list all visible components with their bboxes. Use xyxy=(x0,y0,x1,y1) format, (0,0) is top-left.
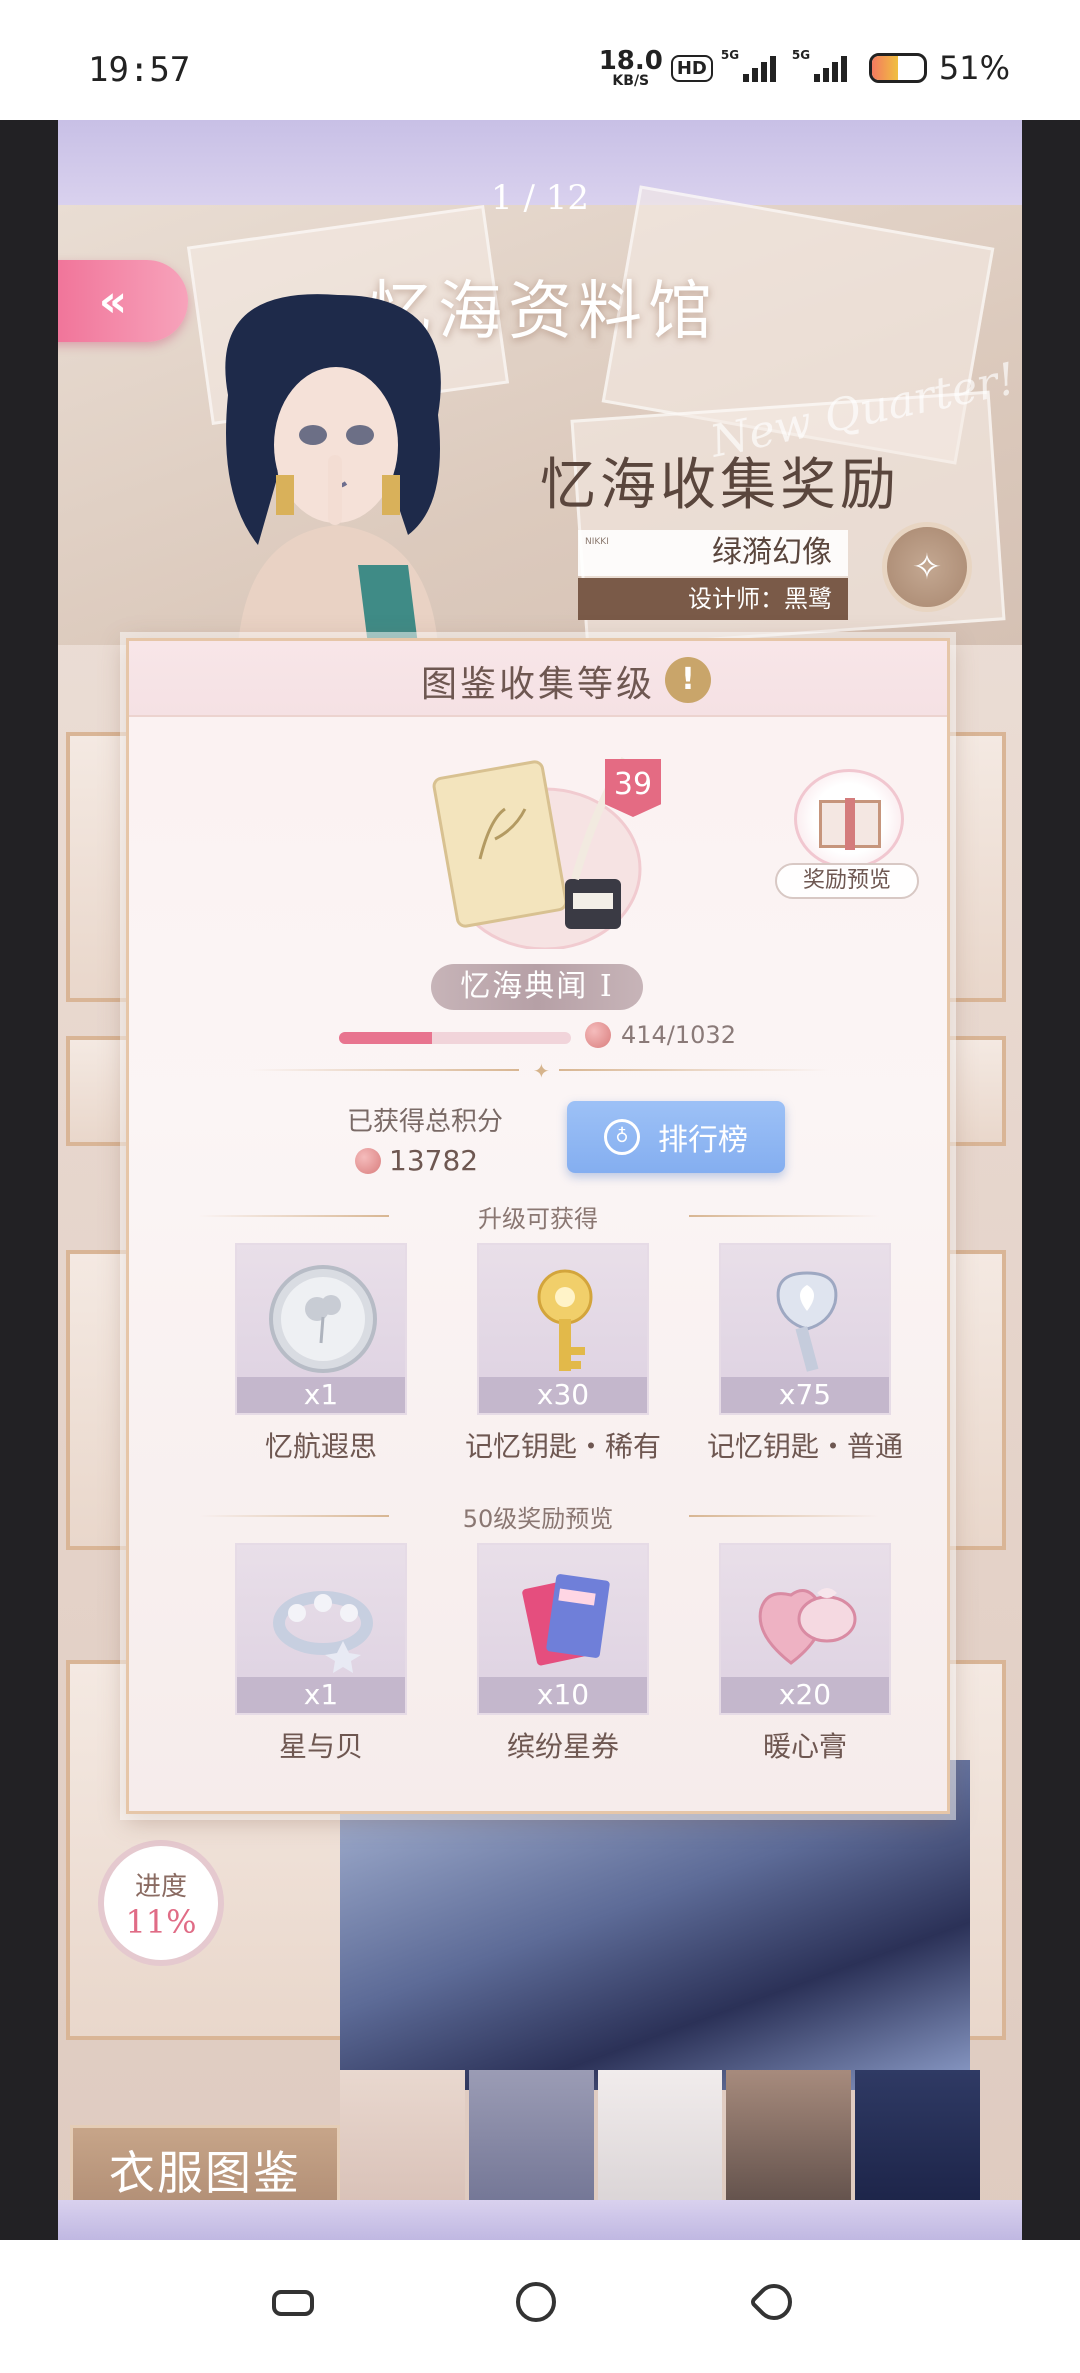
reward-item[interactable]: x1 忆航遐思 xyxy=(235,1243,407,1465)
progress-circle: 进度 11% xyxy=(98,1840,224,1966)
outfit-designer: 设计师：黑鹭 xyxy=(578,578,848,620)
rank-name: 忆海典闻 I xyxy=(431,964,643,1010)
reward-item[interactable]: x20 暖心膏 xyxy=(719,1543,891,1765)
reward-item-tile: x1 xyxy=(235,1543,407,1715)
reward-item-name: 星与贝 xyxy=(278,1730,363,1763)
star-ticket-icon xyxy=(522,1574,610,1666)
signal-label: 5G xyxy=(720,48,740,62)
status-icons: 18.0 KB/S HD 5G 5G 51% xyxy=(599,48,1010,88)
exp-progress-text: 414/1032 xyxy=(585,1021,736,1049)
battery-percent: 51% xyxy=(938,49,1010,87)
star-arrow-icon: ✧ xyxy=(911,546,943,588)
modal-header: 图鉴收集等级 ! xyxy=(129,641,947,717)
exp-value: 414/1032 xyxy=(621,1021,736,1049)
info-icon[interactable]: ! xyxy=(665,657,711,703)
signal-label: 5G xyxy=(791,48,811,62)
reward-item-tile: x75 xyxy=(719,1243,891,1415)
outfit-tag: NIKKI xyxy=(585,537,609,547)
reward-item-name: 缤纷星券 xyxy=(506,1730,619,1763)
reward-item-count: x20 xyxy=(721,1677,889,1713)
next-banner-button[interactable]: ✧ xyxy=(882,522,972,612)
network-speed-value: 18.0 xyxy=(598,46,663,76)
reward-item-tile: x30 xyxy=(477,1243,649,1415)
battery-icon xyxy=(868,53,927,83)
reward-item[interactable]: x10 缤纷星券 xyxy=(477,1543,649,1765)
level50-rewards-title: 50级奖励预览 xyxy=(462,1505,614,1533)
status-time: 19:57 xyxy=(88,50,191,90)
double-chevron-left-icon: « xyxy=(98,275,128,327)
reward-item-name: 记忆钥匙・普通 xyxy=(706,1430,903,1463)
reward-item-count: x75 xyxy=(721,1377,889,1413)
divider-star-icon: ✦ xyxy=(533,1059,550,1083)
total-points-label: 已获得总积分 xyxy=(347,1107,504,1137)
reward-item-tile: x1 xyxy=(235,1243,407,1415)
total-points: 13782 xyxy=(355,1144,478,1177)
upgrade-rewards-title: 升级可获得 xyxy=(478,1205,598,1233)
ranking-button-label: 排行榜 xyxy=(658,1123,748,1158)
reward-item[interactable]: x75 记忆钥匙・普通 xyxy=(707,1243,903,1465)
status-bar: 19:57 18.0 KB/S HD 5G 5G 51% xyxy=(0,0,1080,120)
reward-item-count: x1 xyxy=(237,1677,405,1713)
modal-title: 图鉴收集等级 xyxy=(420,664,655,705)
heart-cream-icon xyxy=(758,1588,857,1665)
shell-coin-icon xyxy=(585,1022,611,1048)
reward-item-tile: x20 xyxy=(719,1543,891,1715)
divider-line xyxy=(249,1069,519,1071)
reward-item-tile: x10 xyxy=(477,1543,649,1715)
outfit-name: 绿漪幻像 xyxy=(578,530,848,576)
hd-icon: HD xyxy=(670,54,713,82)
back-icon[interactable] xyxy=(748,2276,800,2328)
medal-icon: ♁ xyxy=(604,1119,640,1155)
exp-progress-bar xyxy=(339,1032,571,1044)
star-shell-bracelet-icon xyxy=(273,1591,373,1673)
bottom-strip xyxy=(58,2200,1022,2240)
reward-item[interactable]: x1 星与贝 xyxy=(235,1543,407,1765)
home-icon[interactable] xyxy=(516,2282,556,2322)
silver-coin-icon xyxy=(269,1265,377,1373)
progress-label: 进度 xyxy=(134,1871,187,1902)
character-illustration xyxy=(225,294,441,645)
reward-item-name: 暖心膏 xyxy=(762,1730,847,1763)
reward-item-name: 忆航遐思 xyxy=(264,1430,377,1463)
reward-preview-button[interactable]: 奖励预览 xyxy=(775,769,919,899)
banner-title: 忆海收集奖励 xyxy=(540,453,900,518)
signal-icon: 5G xyxy=(721,48,776,82)
reward-item-count: x30 xyxy=(479,1377,647,1413)
progress-value: 11% xyxy=(125,1902,197,1941)
system-nav-bar xyxy=(0,2240,1080,2373)
reward-item-count: x1 xyxy=(237,1377,405,1413)
reward-item[interactable]: x30 记忆钥匙・稀有 xyxy=(465,1243,661,1465)
gift-box-icon xyxy=(794,769,904,869)
signal-icon: 5G xyxy=(792,48,847,82)
network-speed: 18.0 KB/S xyxy=(599,48,663,88)
reward-preview-label: 奖励预览 xyxy=(775,863,919,899)
gold-key-icon xyxy=(537,1269,593,1371)
reward-item-count: x10 xyxy=(479,1677,647,1713)
ranking-button[interactable]: ♁ 排行榜 xyxy=(567,1101,785,1173)
total-points-value: 13782 xyxy=(389,1144,479,1177)
clothes-preview-strip xyxy=(340,2070,980,2220)
page-indicator: 1 / 12 xyxy=(491,178,589,218)
network-speed-unit: KB/S xyxy=(612,73,650,89)
reward-item-name: 记忆钥匙・稀有 xyxy=(464,1430,661,1463)
divider-line xyxy=(559,1069,829,1071)
shell-coin-icon xyxy=(355,1147,381,1174)
silver-key-icon xyxy=(776,1271,838,1372)
collection-level-modal: 图鉴收集等级 ! 39 奖励预览 忆海典闻 I 414/1032 ✦ 已获得总积… xyxy=(126,638,950,1814)
recent-apps-icon[interactable] xyxy=(272,2290,314,2316)
